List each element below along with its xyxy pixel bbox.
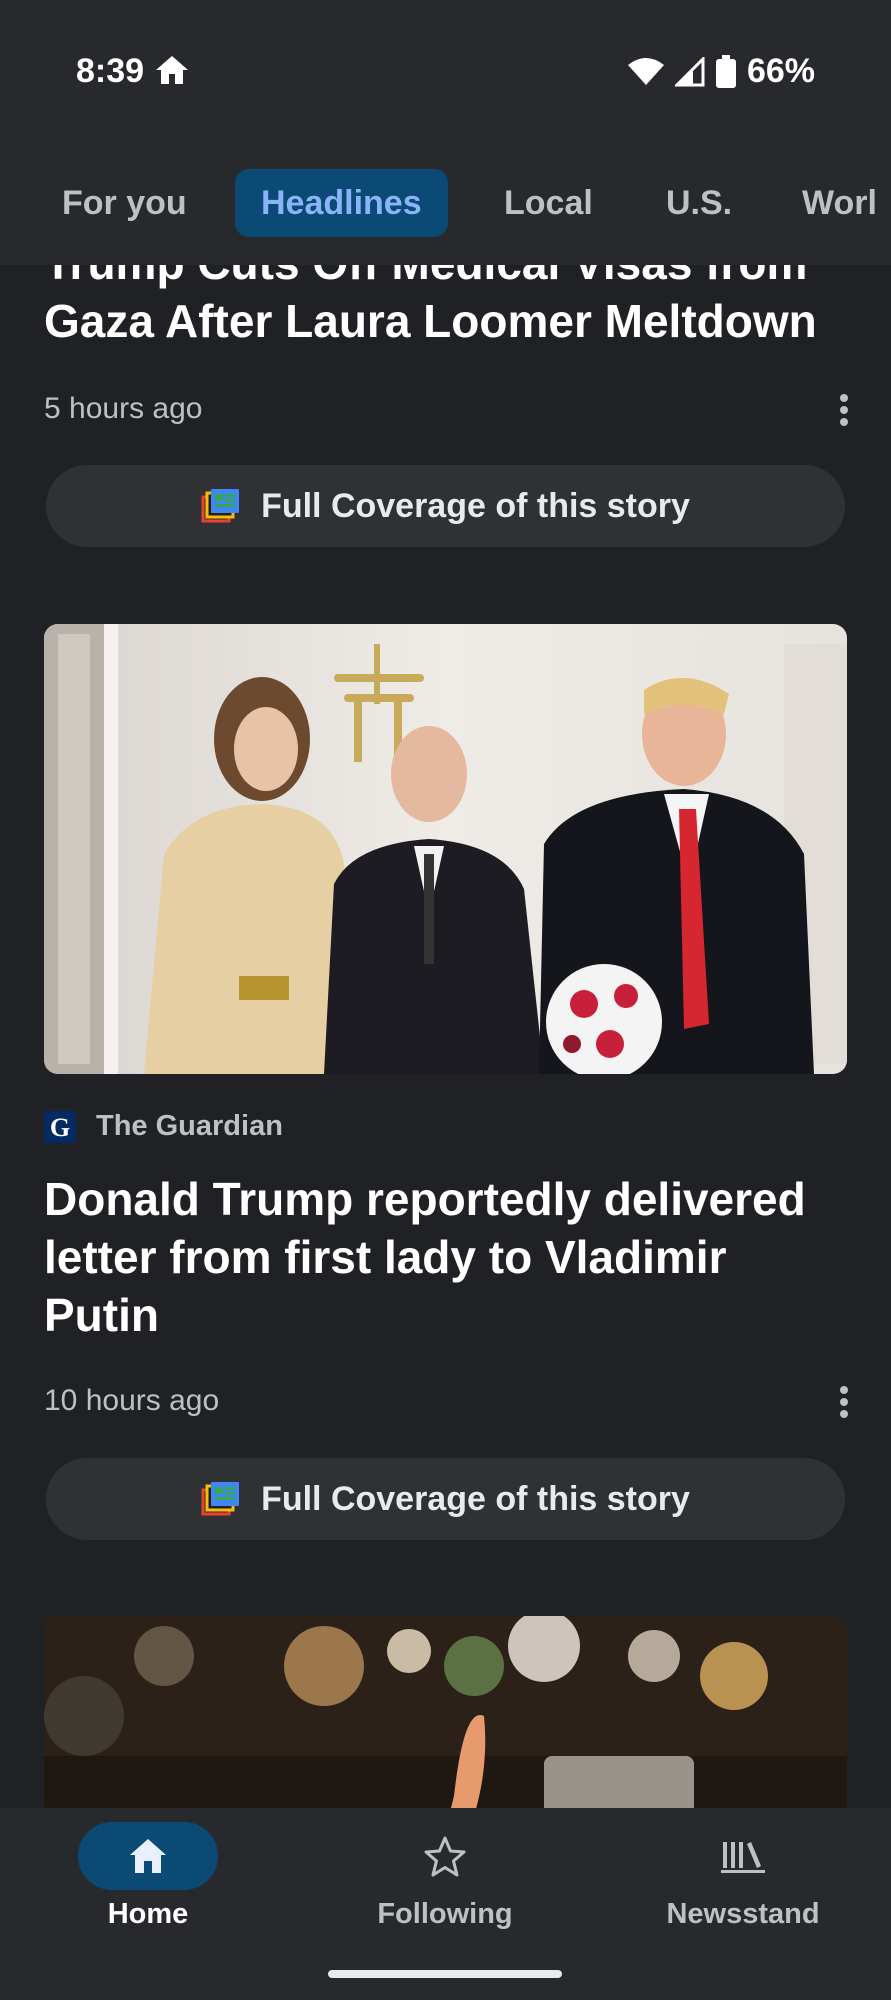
photo-bar-bokeh xyxy=(44,1616,847,1816)
gesture-navigation-bar[interactable] xyxy=(328,1970,562,1978)
svg-text:G: G xyxy=(50,1113,70,1142)
more-options-icon[interactable] xyxy=(832,390,856,430)
nav-following-label: Following xyxy=(377,1898,513,1930)
signal-icon xyxy=(674,56,705,86)
newsstand-icon xyxy=(721,1842,765,1873)
photo-three-people-with-football xyxy=(44,624,847,1074)
full-coverage-button[interactable]: Full Coverage of this story xyxy=(46,465,845,547)
star-icon xyxy=(424,1836,466,1877)
nav-home-label: Home xyxy=(107,1898,189,1930)
battery-percentage: 66% xyxy=(746,52,815,90)
wifi-icon xyxy=(627,57,664,85)
more-options-icon[interactable] xyxy=(832,1382,856,1422)
full-coverage-icon xyxy=(201,489,240,523)
nav-following[interactable]: Following xyxy=(335,1822,555,1931)
full-coverage-button[interactable]: Full Coverage of this story xyxy=(46,1458,845,1540)
tab-headlines[interactable]: Headlines xyxy=(235,169,448,237)
home-icon xyxy=(130,1839,166,1873)
status-indicators: 66% xyxy=(627,52,815,91)
news-feed[interactable]: Trump Cuts Off Medical Visas from Gaza A… xyxy=(0,0,891,2000)
section-tabs[interactable]: For you Headlines Local U.S. Worl xyxy=(0,150,891,265)
article-headline[interactable]: Donald Trump reportedly delivered letter… xyxy=(44,1170,844,1344)
tab-for-you[interactable]: For you xyxy=(62,169,187,237)
source-row[interactable]: G The Guardian xyxy=(44,1110,283,1143)
nav-newsstand[interactable]: Newsstand xyxy=(633,1822,853,1931)
battery-icon xyxy=(715,54,736,88)
nav-home[interactable]: Home xyxy=(38,1822,258,1931)
status-time: 8:39 xyxy=(76,52,145,90)
tab-us[interactable]: U.S. xyxy=(666,169,732,237)
the-guardian-logo-icon: G xyxy=(44,1110,76,1143)
article-time: 10 hours ago xyxy=(44,1384,220,1417)
article-time: 5 hours ago xyxy=(44,392,203,425)
home-status-icon xyxy=(156,56,188,84)
nav-newsstand-label: Newsstand xyxy=(666,1898,820,1930)
tab-world[interactable]: Worl xyxy=(802,169,877,237)
full-coverage-icon xyxy=(201,1482,240,1516)
article-image[interactable] xyxy=(44,1616,847,1816)
article-image[interactable] xyxy=(44,624,847,1074)
tab-local[interactable]: Local xyxy=(504,169,593,237)
status-bar: 8:39 66% xyxy=(0,0,891,150)
source-name: The Guardian xyxy=(96,1110,283,1142)
